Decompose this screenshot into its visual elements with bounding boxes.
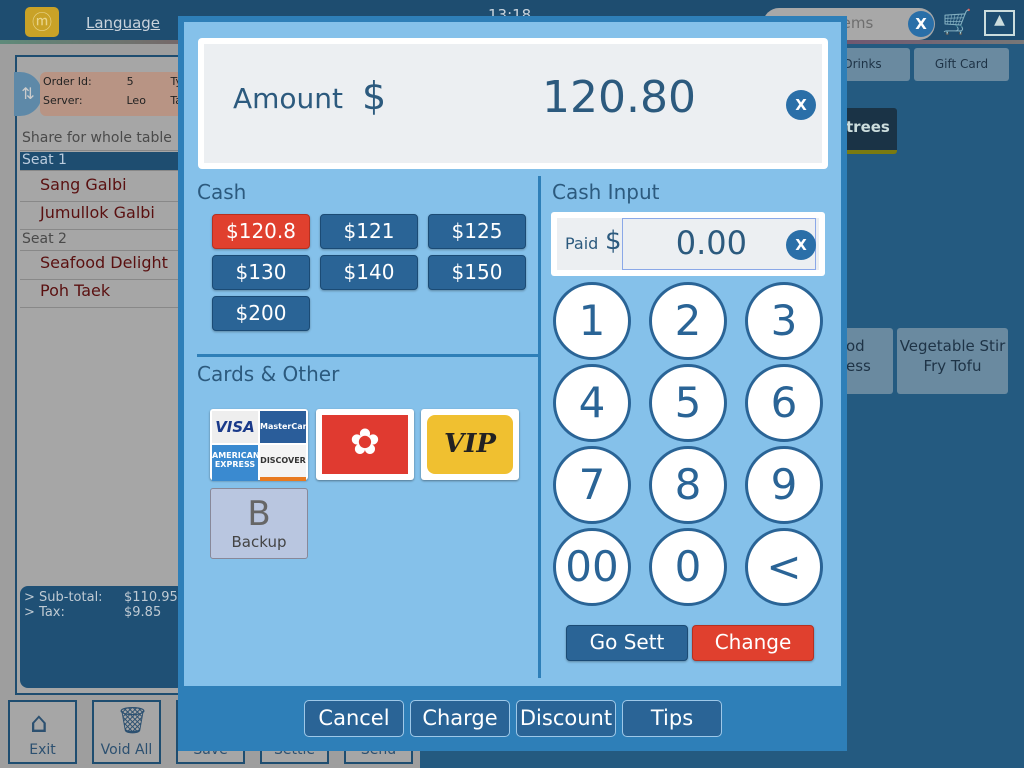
vip-icon: VIP (427, 415, 513, 474)
order-id: 5 (126, 75, 134, 88)
cart-off-icon[interactable]: 🛒 (942, 8, 972, 36)
gift-icon: ✿ (322, 415, 408, 474)
keypad-key[interactable]: 00 (553, 528, 631, 606)
server: Leo (126, 94, 146, 107)
cards-title: Cards & Other (197, 362, 340, 386)
paid-label: Paid (565, 234, 599, 253)
trash-icon: 🗑 (116, 706, 150, 736)
list-item[interactable]: Sang Galbi (20, 175, 180, 202)
amount-label: Amount (233, 82, 344, 115)
charge-button[interactable]: Charge (410, 700, 510, 737)
change-button[interactable]: Change (692, 625, 814, 661)
keypad-key[interactable]: 5 (649, 364, 727, 442)
vip-button[interactable]: VIP (421, 409, 519, 480)
keypad-key[interactable]: 2 (649, 282, 727, 360)
cash-option-button[interactable]: $130 (212, 255, 310, 290)
gift-card-button[interactable]: ✿ (316, 409, 414, 480)
go-sett-button[interactable]: Go Sett (566, 625, 688, 661)
backup-icon: B (247, 494, 271, 534)
cash-title: Cash (197, 180, 247, 204)
divider (197, 354, 539, 357)
keypad-key[interactable]: 9 (745, 446, 823, 524)
seat-2-header[interactable]: Seat 2 (20, 231, 180, 251)
amount-box: Amount $ 120.80 X (198, 38, 828, 169)
exit-button[interactable]: ⌂ Exit (8, 700, 77, 764)
subtotal: $110.95 (124, 590, 178, 605)
list-item[interactable]: Jumullok Galbi (20, 203, 180, 230)
list-item[interactable]: Seafood Delight (20, 253, 180, 280)
home-icon: ⌂ (30, 706, 48, 739)
amount-value: 120.80 (542, 72, 696, 123)
search-clear-button[interactable]: X (908, 11, 934, 37)
cash-option-button[interactable]: $150 (428, 255, 526, 290)
image-icon[interactable]: ▲ (984, 10, 1015, 36)
cash-option-button[interactable]: $121 (320, 214, 418, 249)
seat-1-header[interactable]: Seat 1 (20, 152, 180, 171)
discount-button[interactable]: Discount (516, 700, 616, 737)
language-link[interactable]: Language (86, 14, 160, 32)
tips-button[interactable]: Tips (622, 700, 722, 737)
divider (538, 176, 541, 678)
order-id-label: Order Id: (43, 75, 92, 88)
list-item[interactable]: Poh Taek (20, 281, 180, 308)
cash-option-button[interactable]: $140 (320, 255, 418, 290)
keypad-key[interactable]: 0 (649, 528, 727, 606)
keypad-key[interactable]: 6 (745, 364, 823, 442)
cash-input-title: Cash Input (552, 180, 660, 204)
keypad-key[interactable]: 8 (649, 446, 727, 524)
cash-option-button[interactable]: $125 (428, 214, 526, 249)
keypad-key[interactable]: < (745, 528, 823, 606)
mastercard-icon: MasterCard (260, 411, 306, 443)
share-row[interactable]: Share for whole table (20, 130, 180, 151)
cash-option-button[interactable]: $120.8 (212, 214, 310, 249)
clear-amount-button[interactable]: X (786, 90, 816, 120)
order-info: Order Id: 5 Ty Server: Leo Ta (40, 72, 185, 116)
keypad-key[interactable]: 3 (745, 282, 823, 360)
tax-label: > Tax: (24, 605, 65, 620)
void-all-button[interactable]: 🗑 Void All (92, 700, 161, 764)
totals-panel: > Sub-total: $110.95 > Tax: $9.85 (20, 586, 185, 688)
menu-tile-vegetable-stir-fry-tofu[interactable]: Vegetable Stir Fry Tofu (897, 328, 1008, 394)
cancel-button[interactable]: Cancel (304, 700, 404, 737)
discover-icon: DISCOVER (260, 445, 306, 481)
category-gift-card[interactable]: Gift Card (914, 48, 1009, 81)
amex-icon: AMERICAN EXPRESS (212, 445, 258, 481)
keypad-key[interactable]: 4 (553, 364, 631, 442)
server-label: Server: (43, 94, 83, 107)
currency: $ (362, 74, 387, 118)
cash-option-button[interactable]: $200 (212, 296, 310, 331)
subtotal-label: > Sub-total: (24, 590, 103, 605)
keypad-key[interactable]: 1 (553, 282, 631, 360)
keypad-key[interactable]: 7 (553, 446, 631, 524)
credit-card-button[interactable]: VISA MasterCard AMERICAN EXPRESS DISCOVE… (210, 409, 308, 481)
visa-icon: VISA (212, 411, 258, 443)
tax: $9.85 (124, 605, 162, 620)
clear-paid-button[interactable]: X (786, 230, 816, 260)
backup-button[interactable]: B Backup (210, 488, 308, 559)
app-logo[interactable]: ⓜ (25, 7, 59, 37)
paid-currency: $ (605, 226, 622, 256)
paid-box: Paid $ 0.00 X (551, 212, 825, 276)
